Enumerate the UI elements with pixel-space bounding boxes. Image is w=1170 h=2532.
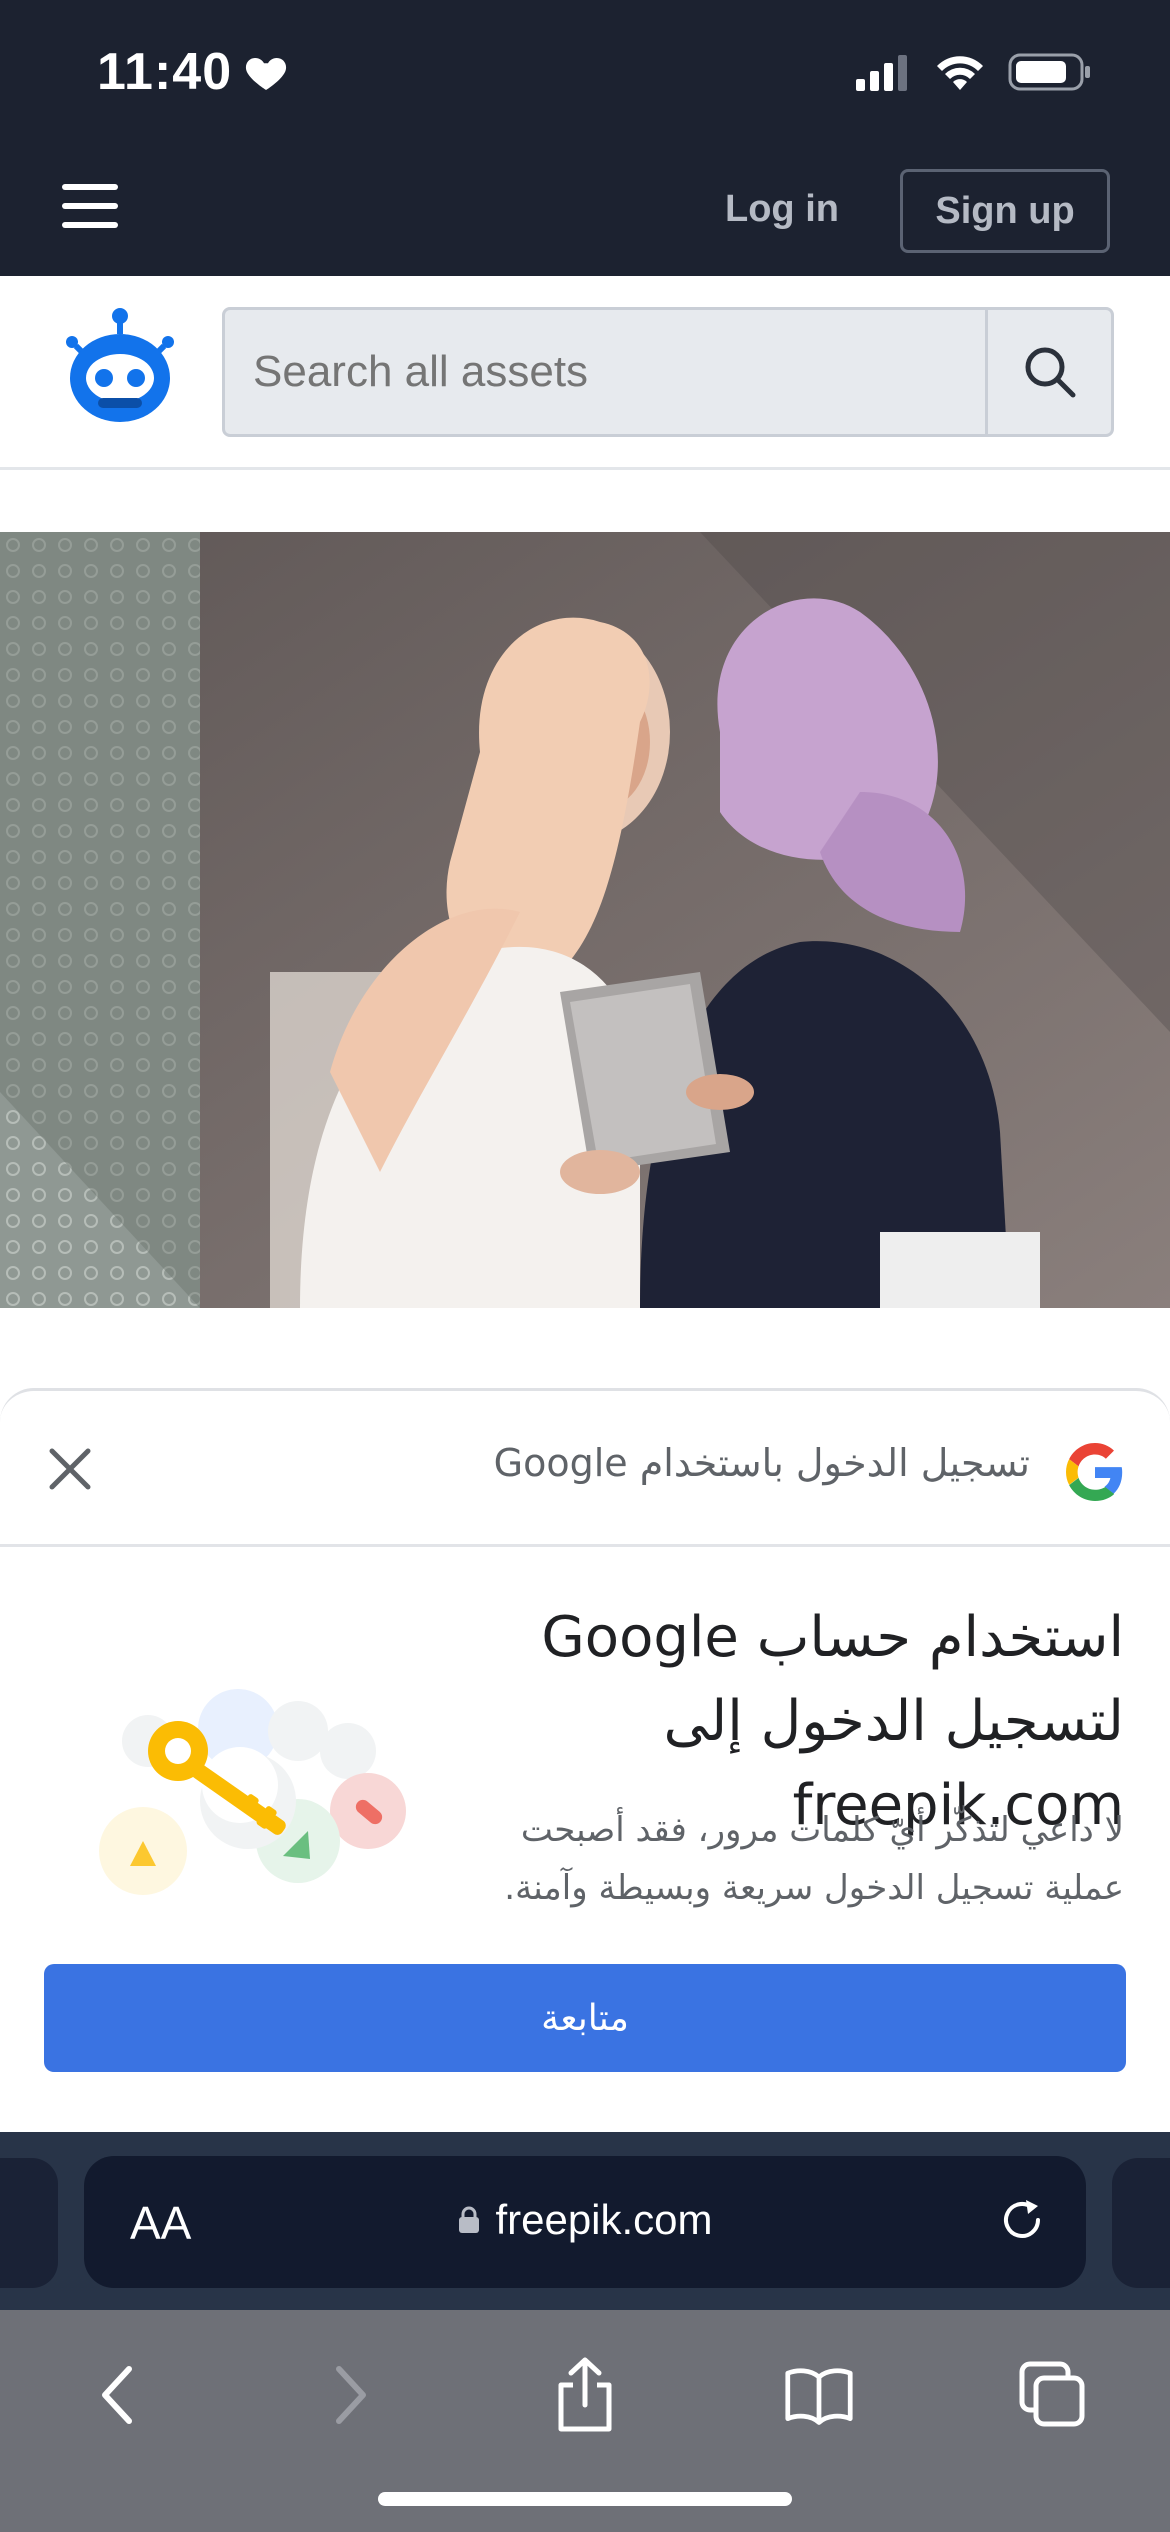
search-input[interactable] bbox=[225, 310, 985, 434]
url-display[interactable]: freepik.com bbox=[84, 2196, 1086, 2244]
search-field bbox=[222, 307, 1114, 437]
tabs-icon bbox=[1019, 2361, 1085, 2427]
bookmarks-button[interactable] bbox=[784, 2360, 854, 2430]
search-bar-row bbox=[0, 276, 1170, 470]
forward-button[interactable] bbox=[316, 2360, 386, 2430]
book-icon bbox=[785, 2368, 853, 2425]
menu-icon[interactable] bbox=[62, 184, 118, 228]
home-indicator[interactable] bbox=[378, 2492, 792, 2506]
status-time: 11:40 bbox=[97, 42, 290, 102]
share-button[interactable] bbox=[550, 2357, 620, 2432]
continue-button[interactable]: متابعة bbox=[44, 1964, 1126, 2072]
chevron-left-icon bbox=[102, 2366, 132, 2424]
wifi-icon bbox=[937, 56, 983, 90]
tabs-button[interactable] bbox=[1018, 2360, 1088, 2430]
address-bar[interactable]: AA freepik.com bbox=[84, 2156, 1086, 2288]
back-button[interactable] bbox=[82, 2360, 152, 2430]
previous-tab-preview[interactable] bbox=[0, 2158, 58, 2288]
battery-icon bbox=[1008, 53, 1090, 91]
browser-bottom-bar: AA freepik.com bbox=[0, 2132, 1170, 2532]
search-button[interactable] bbox=[985, 310, 1111, 434]
google-logo-icon bbox=[1066, 1443, 1123, 1501]
freepik-robot-logo-icon[interactable] bbox=[58, 306, 182, 430]
site-header: 11:40 Log in Sign up bbox=[0, 0, 1170, 276]
status-icons bbox=[854, 52, 1092, 92]
sheet-header: تسجيل الدخول باستخدام Google bbox=[0, 1391, 1170, 1547]
hero-image bbox=[0, 532, 1170, 1308]
share-icon bbox=[558, 2357, 612, 2432]
heart-icon bbox=[246, 58, 287, 90]
signup-button[interactable]: Sign up bbox=[900, 169, 1110, 253]
time-text: 11:40 bbox=[97, 43, 233, 101]
next-tab-preview[interactable] bbox=[1112, 2158, 1170, 2288]
close-icon[interactable] bbox=[44, 1443, 96, 1495]
sheet-header-title: تسجيل الدخول باستخدام Google bbox=[493, 1441, 1030, 1485]
key-illustration-icon bbox=[99, 1689, 406, 1895]
chevron-right-icon bbox=[336, 2366, 366, 2424]
url-strip: AA freepik.com bbox=[0, 2132, 1170, 2310]
page: 11:40 Log in Sign up Search all assets ت… bbox=[0, 0, 1170, 2532]
url-text: freepik.com bbox=[495, 2196, 713, 2243]
login-link[interactable]: Log in bbox=[725, 188, 839, 231]
hero-photo bbox=[0, 532, 1170, 1308]
sheet-subtitle: لا داعي لتذكّر أيّ كلمات مرور، فقد أصبحت… bbox=[504, 1810, 1124, 1908]
cellular-signal-icon bbox=[856, 55, 907, 91]
lock-icon bbox=[459, 2206, 480, 2233]
google-signin-sheet: تسجيل الدخول باستخدام Google استخدام حسا… bbox=[0, 1388, 1170, 2132]
reload-icon[interactable] bbox=[996, 2194, 1048, 2246]
search-icon bbox=[1025, 347, 1075, 398]
